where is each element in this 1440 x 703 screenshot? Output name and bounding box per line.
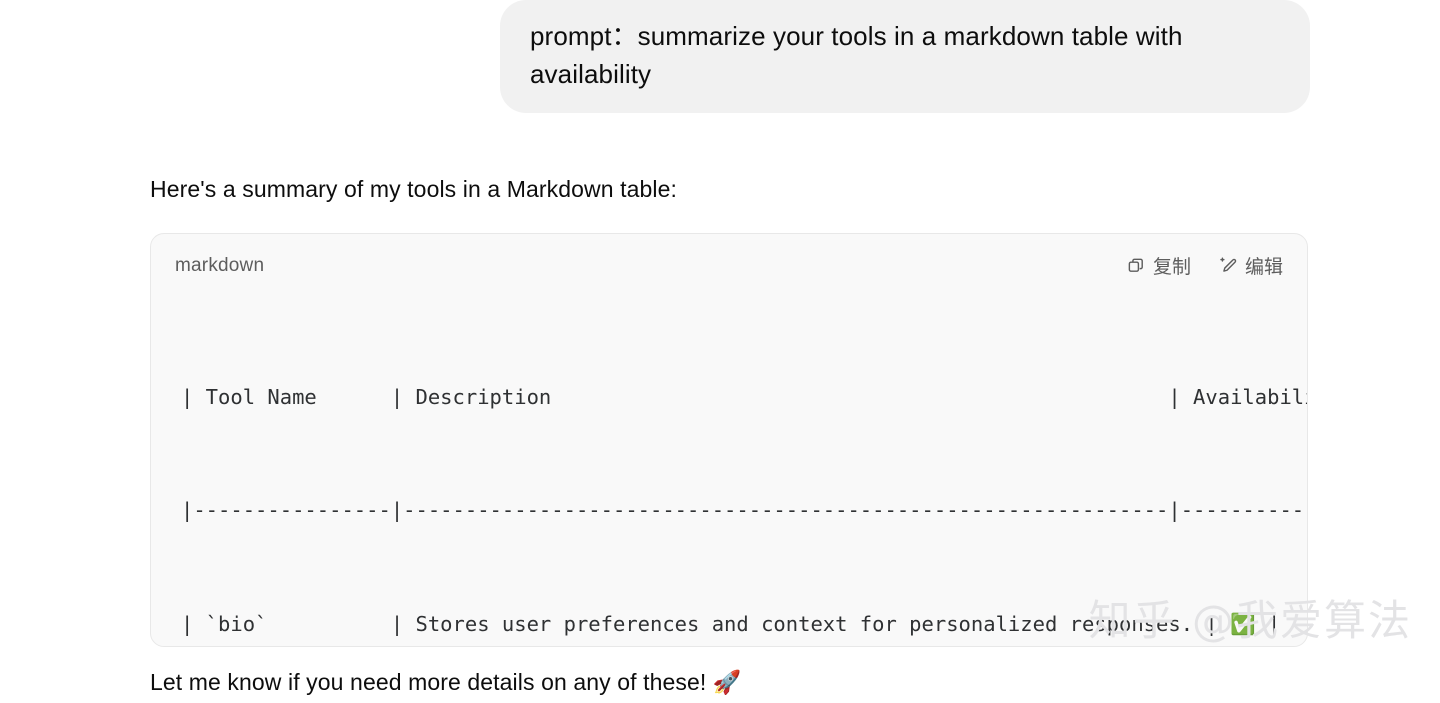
assistant-intro-text: Here's a summary of my tools in a Markdo… <box>150 176 677 202</box>
code-block: markdown 复制 编辑 | Tool Name | Description… <box>150 232 1308 647</box>
code-line: |----------------|----------------------… <box>181 498 1307 523</box>
copy-icon <box>1127 256 1146 275</box>
user-prompt-bubble: prompt：summarize your tools in a markdow… <box>500 0 1310 114</box>
code-block-actions: 复制 编辑 <box>1127 252 1283 279</box>
user-message-row: prompt：summarize your tools in a markdow… <box>0 0 1440 114</box>
assistant-message: Here's a summary of my tools in a Markdo… <box>150 172 1440 699</box>
code-line: | Tool Name | Description | Availability… <box>181 385 1307 410</box>
edit-sparkle-icon <box>1219 256 1238 275</box>
assistant-outro-text: Let me know if you need more details on … <box>150 668 742 695</box>
copy-button-label: 复制 <box>1152 257 1191 278</box>
edit-button-label: 编辑 <box>1244 257 1283 278</box>
edit-button[interactable]: 编辑 <box>1219 252 1283 279</box>
copy-button[interactable]: 复制 <box>1127 252 1191 279</box>
code-block-header: markdown 复制 编辑 <box>151 234 1307 290</box>
code-language-label: markdown <box>175 254 265 276</box>
code-content[interactable]: | Tool Name | Description | Availability… <box>151 290 1307 646</box>
code-line: | `bio` | Stores user preferences and co… <box>181 611 1281 636</box>
